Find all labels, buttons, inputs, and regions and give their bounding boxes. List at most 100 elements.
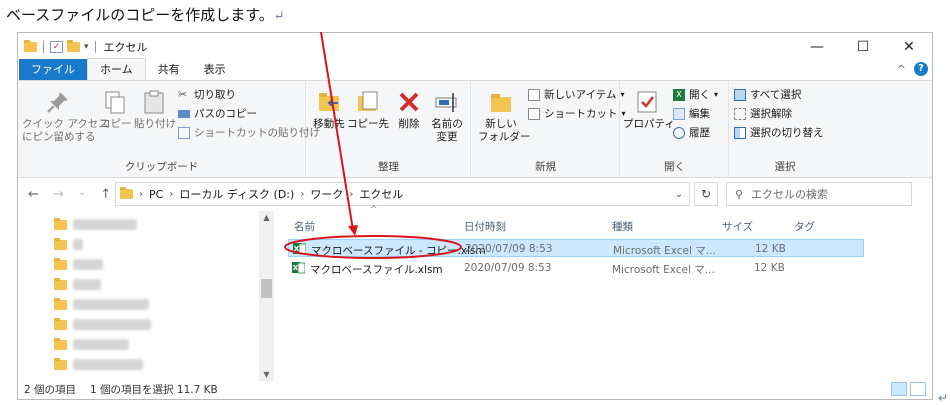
tab-share[interactable]: 共有 — [146, 59, 192, 80]
properties-check-icon[interactable]: ✓ — [50, 40, 63, 53]
delete-button[interactable]: 削除 — [393, 89, 425, 131]
rename-button[interactable]: 名前の 変更 — [429, 89, 465, 144]
maximize-button[interactable]: ☐ — [840, 39, 886, 55]
copy-folder-icon — [358, 91, 378, 111]
paste-shortcut-icon — [178, 126, 190, 139]
navigation-buttons: ← → ⌄ ↑ — [18, 187, 118, 202]
scroll-up-icon[interactable]: ▲ — [259, 213, 274, 222]
file-row[interactable]: マクロベースファイル.xlsm 2020/07/09 8:53 Microsof… — [288, 259, 864, 277]
up-button[interactable]: ↑ — [100, 187, 111, 202]
invert-selection-button[interactable]: 選択の切り替え — [734, 125, 824, 140]
tab-home[interactable]: ホーム — [87, 58, 146, 80]
breadcrumb-separator: › — [300, 188, 305, 200]
forward-button[interactable]: → — [53, 187, 64, 202]
nav-folder-item[interactable] — [54, 217, 137, 230]
column-type[interactable]: 種類 — [612, 219, 633, 234]
large-icons-view-icon[interactable] — [910, 382, 926, 396]
organize-group-label: 整理 — [378, 161, 399, 173]
divider — [43, 40, 44, 53]
tab-file[interactable]: ファイル — [19, 59, 87, 80]
paste-button[interactable]: 貼り付け — [134, 89, 176, 131]
nav-folder-item[interactable] — [54, 297, 149, 310]
select-all-button[interactable]: すべて選択 — [734, 87, 801, 102]
nav-scrollbar[interactable]: ▲ ▼ — [259, 211, 274, 381]
blurred-label — [73, 279, 101, 290]
back-button[interactable]: ← — [28, 187, 39, 202]
file-type: Microsoft Excel マ... — [612, 264, 715, 276]
open-group-label: 開く — [664, 161, 685, 173]
pin-quick-access-button[interactable]: クイック アクセス にピン留めする — [22, 89, 109, 144]
help-icon[interactable]: ? — [914, 62, 928, 76]
ribbon: クイック アクセス にピン留めする コピー 貼り付け ✂ 切り取り パスのコピー — [18, 80, 932, 178]
paste-icon — [144, 90, 164, 114]
excel-macro-file-icon — [292, 262, 305, 274]
properties-button[interactable]: プロパティ — [623, 89, 675, 131]
history-button[interactable]: 履歴 — [673, 125, 710, 140]
nav-folder-item[interactable] — [54, 237, 83, 250]
new-folder-button[interactable]: 新しい フォルダー — [478, 89, 531, 144]
collapse-ribbon-icon[interactable]: ^ — [897, 63, 906, 76]
sort-indicator-icon: ^ — [370, 205, 378, 215]
nav-folder-item[interactable] — [54, 257, 103, 270]
properties-icon — [637, 91, 657, 113]
move-folder-icon — [319, 93, 339, 111]
clipboard-group-label: クリップボード — [124, 161, 199, 173]
shortcut-label: ショートカット — [544, 108, 618, 120]
column-size[interactable]: サイズ — [722, 219, 753, 234]
search-icon: ⚲ — [735, 187, 744, 201]
nav-folder-item[interactable] — [54, 337, 129, 350]
close-button[interactable]: ✕ — [886, 39, 932, 55]
file-row-selected[interactable]: マクロベースファイル - コピー.xlsm 2020/07/09 8:53 Mi… — [288, 239, 864, 257]
column-name[interactable]: 名前 — [294, 219, 315, 234]
column-date[interactable]: 日付時刻 — [464, 219, 506, 234]
paste-shortcut-button[interactable]: ショートカットの貼り付け — [178, 125, 320, 140]
tab-view[interactable]: 表示 — [192, 59, 238, 80]
folder-icon — [54, 297, 67, 310]
invert-selection-label: 選択の切り替え — [750, 127, 824, 139]
breadcrumb-excel[interactable]: エクセル — [359, 186, 403, 202]
minimize-button[interactable]: — — [794, 39, 840, 55]
address-dropdown-icon[interactable]: ⌄ — [669, 189, 689, 200]
column-tag[interactable]: タグ — [794, 219, 815, 234]
quick-access-toolbar: ✓ ▾ — [18, 39, 98, 53]
qat-dropdown-icon[interactable]: ▾ — [84, 42, 89, 52]
caption-text: ベースファイルのコピーを作成します。 — [6, 6, 274, 24]
details-view-icon[interactable] — [891, 382, 907, 396]
breadcrumb-work[interactable]: ワーク — [310, 186, 343, 202]
invert-selection-icon — [734, 126, 746, 139]
copy-button[interactable]: コピー — [100, 89, 132, 131]
recent-locations-button[interactable]: ⌄ — [78, 187, 86, 202]
scroll-thumb[interactable] — [261, 279, 272, 298]
blurred-label — [73, 259, 103, 270]
new-item-button[interactable]: 新しいアイテム ▾ — [528, 87, 624, 102]
nav-folder-item[interactable] — [54, 317, 151, 330]
title-bar: ✓ ▾ エクセル — ☐ ✕ — [18, 33, 932, 60]
open-button[interactable]: X 開く ▾ — [673, 87, 718, 102]
nav-folder-item[interactable] — [54, 357, 143, 370]
search-box[interactable]: ⚲ エクセルの検索 — [726, 182, 912, 206]
open-label: 開く — [689, 89, 710, 101]
cut-button[interactable]: ✂ 切り取り — [178, 87, 236, 102]
select-none-button[interactable]: 選択解除 — [734, 106, 792, 121]
pin-icon — [47, 92, 68, 113]
navigation-pane: ▲ ▼ — [18, 211, 274, 381]
scroll-down-icon[interactable]: ▼ — [259, 370, 274, 379]
copy-to-button[interactable]: コピー先 — [347, 89, 389, 131]
new-folder-icon[interactable] — [67, 39, 80, 52]
new-folder-label-1: 新しい — [485, 118, 517, 130]
edit-button[interactable]: 編集 — [673, 106, 710, 121]
move-to-button[interactable]: 移動先 — [309, 89, 349, 131]
return-mark: ↵ — [273, 9, 285, 24]
nav-folder-item[interactable] — [54, 277, 101, 290]
folder-icon — [54, 337, 67, 350]
rename-label-1: 名前の — [431, 118, 463, 130]
address-box[interactable]: › PC › ローカル ディスク (D:) › ワーク › エクセル ⌄ — [115, 182, 690, 206]
copy-path-button[interactable]: パスのコピー — [178, 106, 257, 121]
shortcut-button[interactable]: ショートカット ▾ — [528, 106, 626, 121]
select-group-label: 選択 — [774, 161, 796, 173]
blurred-label — [73, 239, 83, 250]
refresh-button[interactable]: ↻ — [694, 182, 718, 206]
folder-icon — [54, 237, 67, 250]
breadcrumb-pc[interactable]: PC — [149, 188, 163, 201]
breadcrumb-local-disk[interactable]: ローカル ディスク (D:) — [179, 186, 294, 202]
